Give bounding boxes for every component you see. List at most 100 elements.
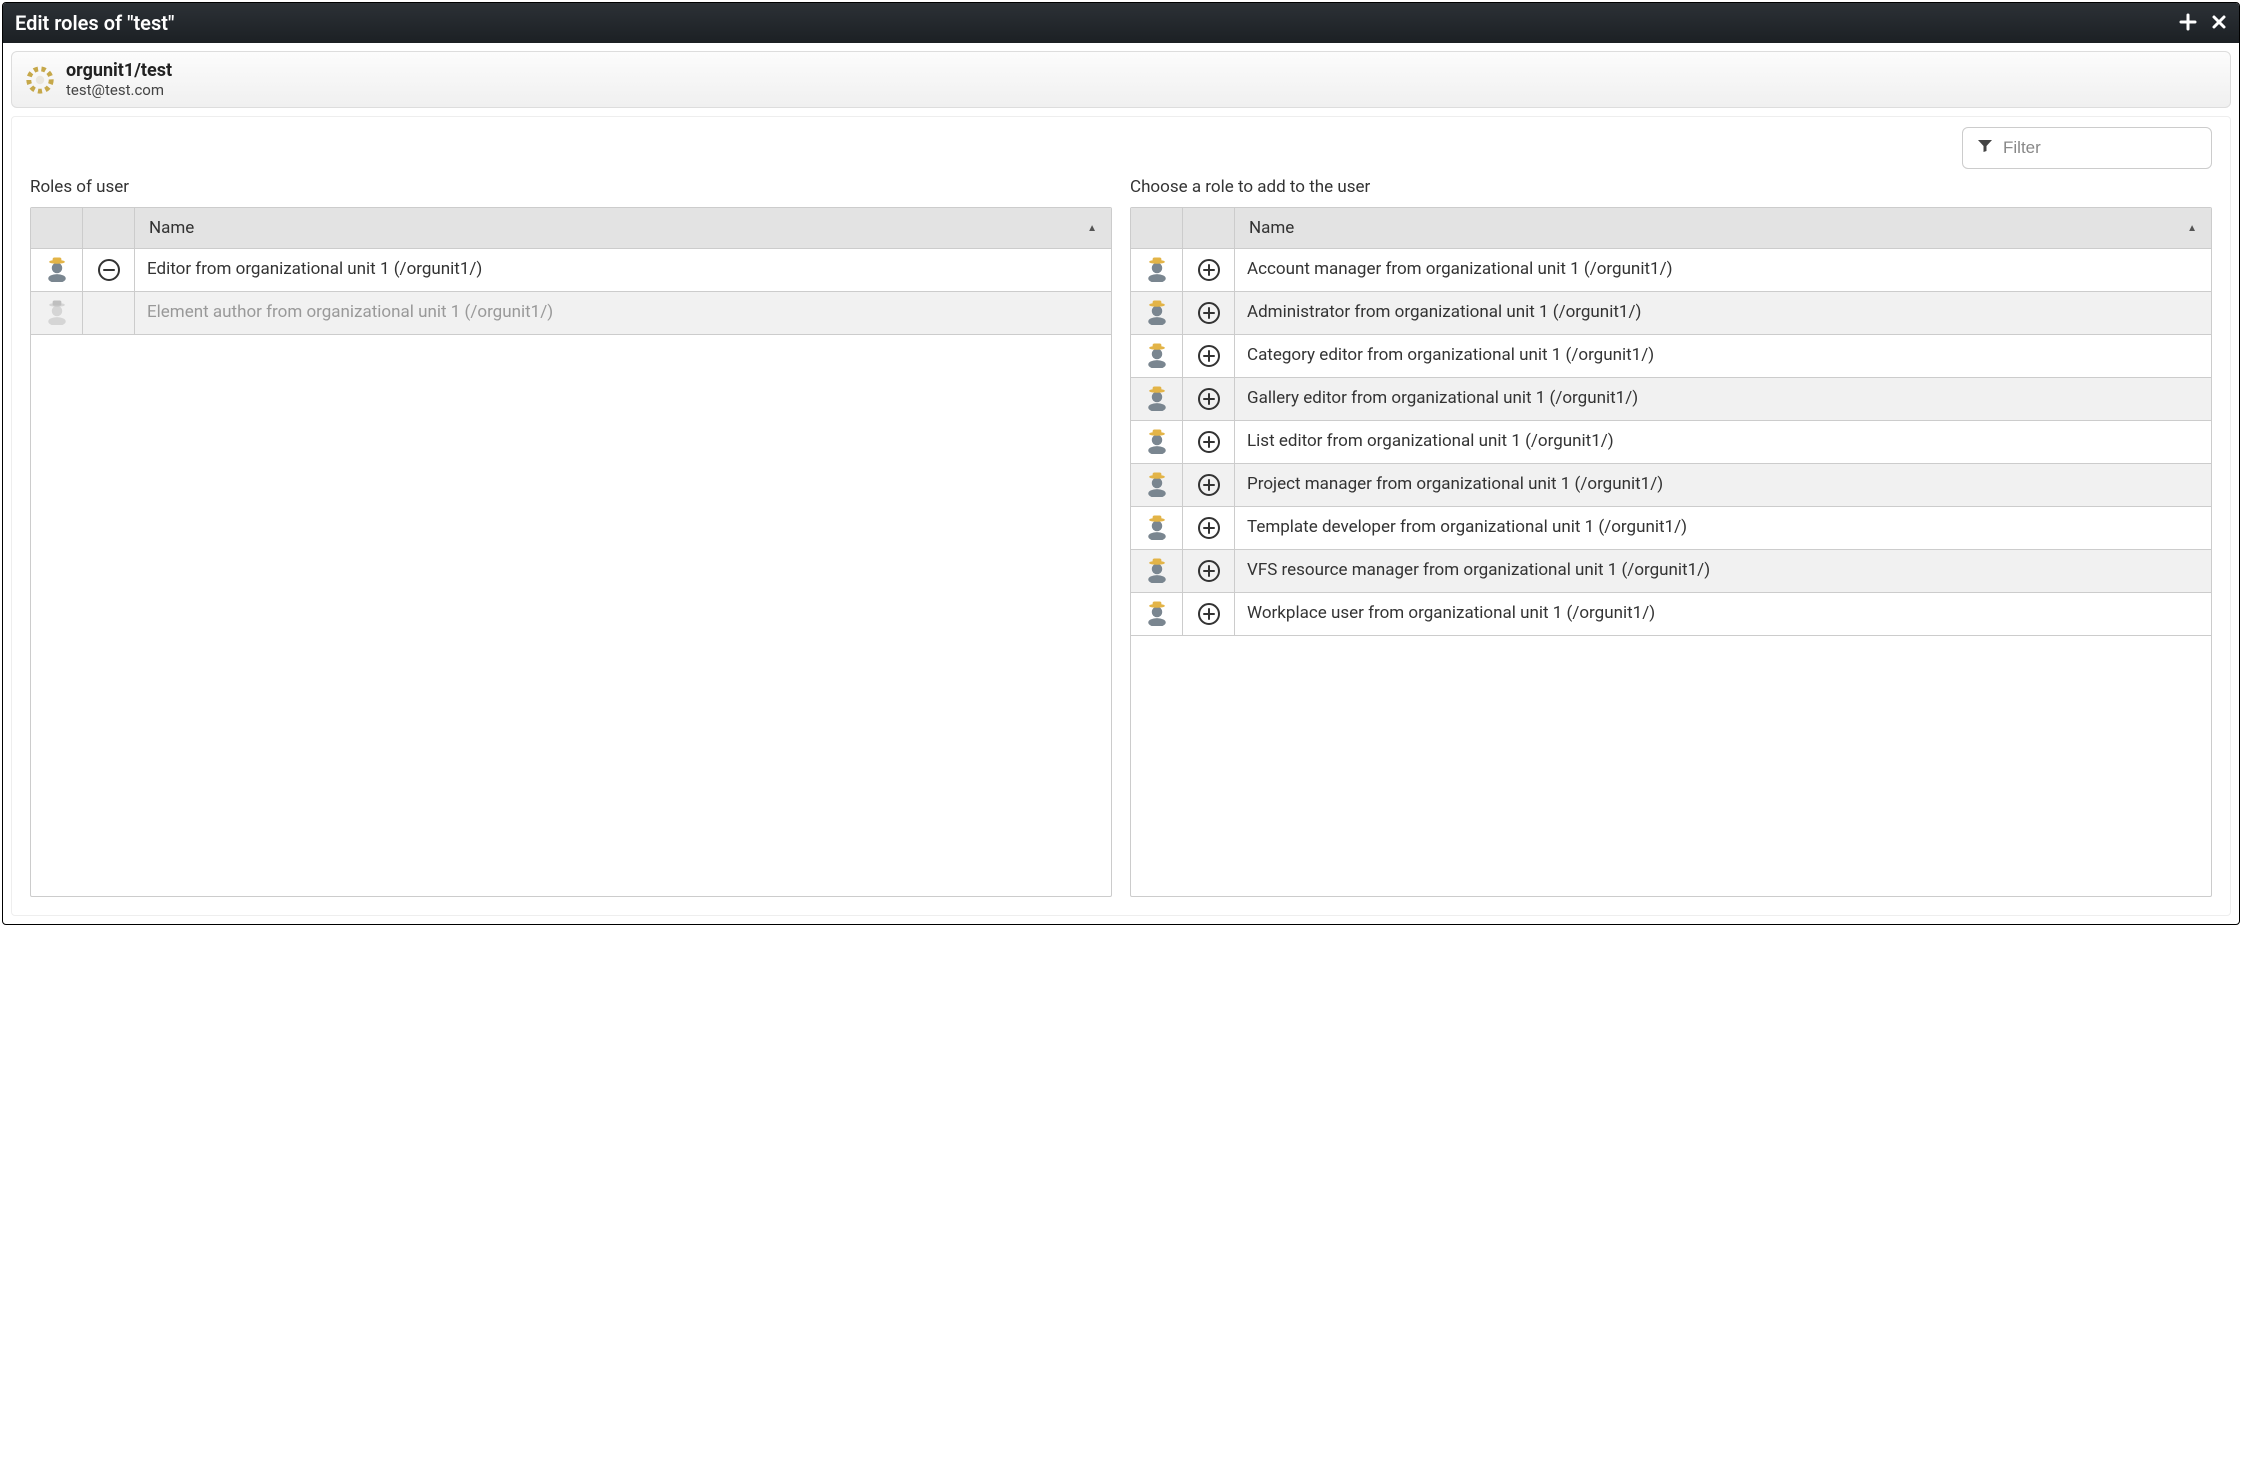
filter-input[interactable] bbox=[2003, 138, 2224, 158]
table-row[interactable]: List editor from organizational unit 1 (… bbox=[1131, 421, 2211, 464]
table-row[interactable]: Project manager from organizational unit… bbox=[1131, 464, 2211, 507]
th-name[interactable]: Name ▲ bbox=[1235, 208, 2211, 248]
user-info: orgunit1/test test@test.com bbox=[66, 60, 172, 99]
role-action-cell bbox=[83, 249, 135, 291]
plus-icon bbox=[1203, 436, 1215, 448]
role-name: Account manager from organizational unit… bbox=[1235, 249, 2211, 291]
available-roles-column: Choose a role to add to the user Name ▲ … bbox=[1130, 129, 2212, 897]
plus-icon bbox=[1203, 608, 1215, 620]
table-row[interactable]: Gallery editor from organizational unit … bbox=[1131, 378, 2211, 421]
column-header-name: Name bbox=[149, 218, 194, 238]
user-hat-icon bbox=[43, 297, 71, 329]
right-tbody: Account manager from organizational unit… bbox=[1131, 249, 2211, 636]
role-icon-cell bbox=[1131, 378, 1183, 420]
content: Roles of user Name ▲ Editor from organiz… bbox=[11, 116, 2231, 916]
dialog-window: Edit roles of "test" orgunit1/test test@… bbox=[2, 2, 2240, 925]
role-icon-cell bbox=[1131, 507, 1183, 549]
table-row[interactable]: Template developer from organizational u… bbox=[1131, 507, 2211, 550]
table-row[interactable]: Element author from organizational unit … bbox=[31, 292, 1111, 335]
th-icon bbox=[1131, 208, 1183, 248]
role-name: VFS resource manager from organizational… bbox=[1235, 550, 2211, 592]
role-name: List editor from organizational unit 1 (… bbox=[1235, 421, 2211, 463]
plus-icon bbox=[1203, 350, 1215, 362]
role-action-cell bbox=[1183, 464, 1235, 506]
titlebar: Edit roles of "test" bbox=[3, 3, 2239, 43]
role-icon-cell bbox=[31, 292, 83, 334]
roles-of-user-column: Roles of user Name ▲ Editor from organiz… bbox=[30, 129, 1112, 897]
maximize-button[interactable] bbox=[2179, 13, 2197, 34]
close-button[interactable] bbox=[2211, 13, 2227, 33]
add-role-button[interactable] bbox=[1198, 345, 1220, 367]
role-icon-cell bbox=[1131, 464, 1183, 506]
role-action-cell bbox=[1183, 550, 1235, 592]
role-icon-cell bbox=[1131, 550, 1183, 592]
add-role-button[interactable] bbox=[1198, 302, 1220, 324]
table-row[interactable]: VFS resource manager from organizational… bbox=[1131, 550, 2211, 593]
close-icon bbox=[2211, 14, 2227, 30]
minus-icon bbox=[103, 264, 115, 276]
column-header-name: Name bbox=[1249, 218, 1294, 238]
role-name: Project manager from organizational unit… bbox=[1235, 464, 2211, 506]
th-action bbox=[1183, 208, 1235, 248]
user-hat-icon bbox=[1143, 598, 1171, 630]
plus-icon bbox=[1203, 522, 1215, 534]
user-hat-icon bbox=[1143, 383, 1171, 415]
left-tbody: Editor from organizational unit 1 (/orgu… bbox=[31, 249, 1111, 335]
roles-of-user-table: Name ▲ Editor from organizational unit 1… bbox=[30, 207, 1112, 897]
th-name[interactable]: Name ▲ bbox=[135, 208, 1111, 248]
filter-icon bbox=[1977, 138, 1993, 158]
add-role-button[interactable] bbox=[1198, 603, 1220, 625]
role-name: Editor from organizational unit 1 (/orgu… bbox=[135, 249, 1111, 291]
role-icon-cell bbox=[1131, 292, 1183, 334]
th-action bbox=[83, 208, 135, 248]
user-hat-icon bbox=[1143, 254, 1171, 286]
window-title: Edit roles of "test" bbox=[15, 11, 174, 35]
role-action-cell bbox=[1183, 593, 1235, 635]
role-action-cell bbox=[1183, 292, 1235, 334]
add-role-button[interactable] bbox=[1198, 259, 1220, 281]
plus-icon bbox=[1203, 307, 1215, 319]
sort-asc-icon: ▲ bbox=[1087, 223, 1097, 234]
role-action-cell bbox=[1183, 335, 1235, 377]
available-roles-label: Choose a role to add to the user bbox=[1130, 177, 2212, 197]
add-role-button[interactable] bbox=[1198, 474, 1220, 496]
role-name: Gallery editor from organizational unit … bbox=[1235, 378, 2211, 420]
table-row[interactable]: Category editor from organizational unit… bbox=[1131, 335, 2211, 378]
plus-icon bbox=[1203, 479, 1215, 491]
sort-asc-icon: ▲ bbox=[2187, 223, 2197, 234]
th-icon bbox=[31, 208, 83, 248]
role-icon-cell bbox=[31, 249, 83, 291]
user-hat-icon bbox=[1143, 555, 1171, 587]
user-hat-icon bbox=[1143, 426, 1171, 458]
user-path: orgunit1/test bbox=[66, 60, 172, 81]
plus-icon bbox=[1203, 264, 1215, 276]
filter-box[interactable] bbox=[1962, 127, 2212, 169]
user-hat-icon bbox=[1143, 469, 1171, 501]
add-role-button[interactable] bbox=[1198, 560, 1220, 582]
user-header: orgunit1/test test@test.com bbox=[11, 51, 2231, 108]
add-role-button[interactable] bbox=[1198, 517, 1220, 539]
table-row[interactable]: Editor from organizational unit 1 (/orgu… bbox=[31, 249, 1111, 292]
user-hat-icon bbox=[1143, 512, 1171, 544]
titlebar-buttons bbox=[2179, 13, 2227, 34]
table-row[interactable]: Administrator from organizational unit 1… bbox=[1131, 292, 2211, 335]
role-icon-cell bbox=[1131, 335, 1183, 377]
plus-icon bbox=[1203, 393, 1215, 405]
role-name: Administrator from organizational unit 1… bbox=[1235, 292, 2211, 334]
role-name: Category editor from organizational unit… bbox=[1235, 335, 2211, 377]
filter-wrap bbox=[1962, 127, 2212, 169]
user-hat-icon bbox=[1143, 297, 1171, 329]
role-name: Workplace user from organizational unit … bbox=[1235, 593, 2211, 635]
table-row[interactable]: Workplace user from organizational unit … bbox=[1131, 593, 2211, 636]
table-header: Name ▲ bbox=[1131, 208, 2211, 249]
remove-role-button[interactable] bbox=[98, 259, 120, 281]
plus-icon bbox=[1203, 565, 1215, 577]
role-action-cell bbox=[1183, 507, 1235, 549]
user-hat-icon bbox=[1143, 340, 1171, 372]
org-logo-icon bbox=[26, 66, 54, 94]
table-row[interactable]: Account manager from organizational unit… bbox=[1131, 249, 2211, 292]
role-name: Element author from organizational unit … bbox=[135, 292, 1111, 334]
add-role-button[interactable] bbox=[1198, 388, 1220, 410]
table-header: Name ▲ bbox=[31, 208, 1111, 249]
add-role-button[interactable] bbox=[1198, 431, 1220, 453]
